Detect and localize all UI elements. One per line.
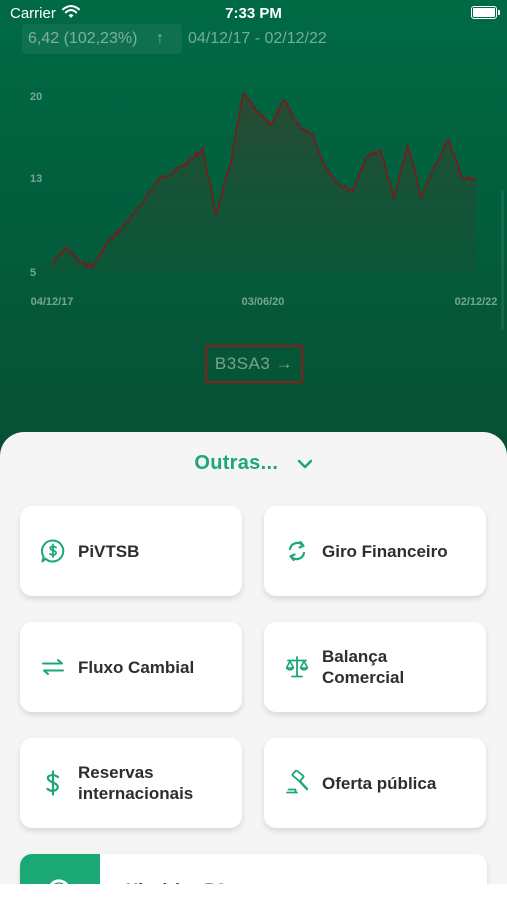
data-point bbox=[229, 165, 231, 168]
data-point bbox=[201, 147, 204, 150]
dollar-icon bbox=[46, 770, 60, 796]
data-point bbox=[133, 213, 135, 216]
data-point bbox=[146, 193, 149, 196]
card-label-line: Balança bbox=[322, 647, 388, 666]
data-point bbox=[188, 160, 190, 163]
y-tick-label: 20 bbox=[30, 91, 42, 103]
data-point bbox=[174, 170, 176, 172]
sheet-header[interactable]: Outras... bbox=[0, 452, 507, 482]
data-point bbox=[447, 138, 450, 141]
data-point bbox=[434, 164, 436, 166]
dollar-chat-icon bbox=[41, 539, 65, 563]
data-point bbox=[215, 213, 217, 216]
data-point bbox=[393, 197, 395, 199]
sync-icon bbox=[288, 540, 306, 562]
card-oferta-publica[interactable]: Oferta pública bbox=[264, 738, 486, 828]
gavel-icon bbox=[286, 770, 309, 794]
ticker-label: B3SA3 → bbox=[214, 354, 294, 373]
up-arrow-icon: ↑ bbox=[156, 30, 164, 47]
card-balanca-comercial[interactable]: Balança Comercial bbox=[264, 622, 486, 712]
data-point bbox=[92, 265, 94, 267]
card-label: Oferta pública bbox=[322, 738, 482, 828]
card-pivtsb[interactable]: PiVTSB bbox=[20, 506, 242, 596]
card-label-line: Comercial bbox=[322, 668, 405, 687]
ticker-button[interactable]: B3SA3 → bbox=[205, 345, 303, 383]
card-reservas-internacionais[interactable]: Reservas internacionais bbox=[20, 738, 242, 828]
data-point bbox=[105, 243, 108, 245]
x-tick-label: 04/12/17 bbox=[31, 296, 74, 308]
y-tick-label: 5 bbox=[30, 267, 36, 279]
y-tick-label: 13 bbox=[30, 173, 42, 185]
card-label: Giro Financeiro bbox=[322, 506, 482, 596]
card-label: PiVTSB bbox=[78, 506, 238, 596]
options-sheet: Outras... PiVTSB Giro Financeiro Fluxo C… bbox=[0, 432, 507, 900]
data-point bbox=[311, 132, 313, 135]
price-change-value: 6,42 (102,23%) bbox=[28, 30, 138, 47]
card-label-line: Giro Financeiro bbox=[322, 541, 448, 561]
scroll-indicator bbox=[501, 190, 504, 330]
data-point bbox=[338, 184, 341, 186]
card-label: Balança Comercial bbox=[322, 622, 482, 712]
card-label-line: Fluxo Cambial bbox=[78, 657, 195, 677]
data-point bbox=[406, 144, 409, 146]
price-chart[interactable]: 5 13 20 04/12/17 03/06/20 02/12/22 bbox=[0, 60, 507, 320]
data-point bbox=[160, 176, 163, 178]
date-range: 04/12/17 - 02/12/22 bbox=[188, 30, 327, 47]
data-point bbox=[297, 124, 300, 126]
x-tick-label: 03/06/20 bbox=[242, 296, 285, 308]
data-point bbox=[256, 111, 259, 114]
status-time: 7:33 PM bbox=[225, 5, 282, 22]
data-point bbox=[242, 92, 245, 95]
data-point bbox=[270, 123, 272, 125]
data-point bbox=[365, 156, 368, 158]
card-label-line: internacionais bbox=[78, 784, 194, 803]
sheet-title: Outras... bbox=[194, 452, 279, 474]
data-point bbox=[420, 197, 423, 199]
card-giro-financeiro[interactable]: Giro Financeiro bbox=[264, 506, 486, 596]
data-point bbox=[475, 178, 477, 180]
data-point bbox=[461, 177, 464, 179]
bottom-fade bbox=[0, 884, 507, 900]
data-point bbox=[324, 166, 327, 169]
x-tick-label: 02/12/22 bbox=[455, 296, 498, 308]
scale-icon bbox=[285, 656, 309, 678]
data-point bbox=[51, 264, 53, 266]
data-point bbox=[119, 228, 122, 231]
card-fluxo-cambial[interactable]: Fluxo Cambial bbox=[20, 622, 242, 712]
screen: Carrier 7:33 PM 6,42 (102,23%) ↑ 04/12/1… bbox=[0, 0, 507, 900]
battery-icon bbox=[471, 6, 500, 19]
card-label: Fluxo Cambial bbox=[78, 622, 238, 712]
data-point bbox=[283, 99, 286, 102]
card-label: Reservas internacionais bbox=[78, 738, 238, 828]
chevron-down-icon[interactable] bbox=[297, 458, 313, 470]
data-point bbox=[78, 261, 81, 264]
data-point bbox=[352, 190, 354, 192]
card-label-line: PiVTSB bbox=[78, 541, 140, 561]
card-label-line: Reservas bbox=[78, 763, 154, 782]
data-point bbox=[64, 246, 67, 249]
data-point bbox=[379, 149, 382, 151]
swap-arrows-icon bbox=[42, 659, 64, 675]
card-label-line: Oferta pública bbox=[322, 773, 437, 793]
